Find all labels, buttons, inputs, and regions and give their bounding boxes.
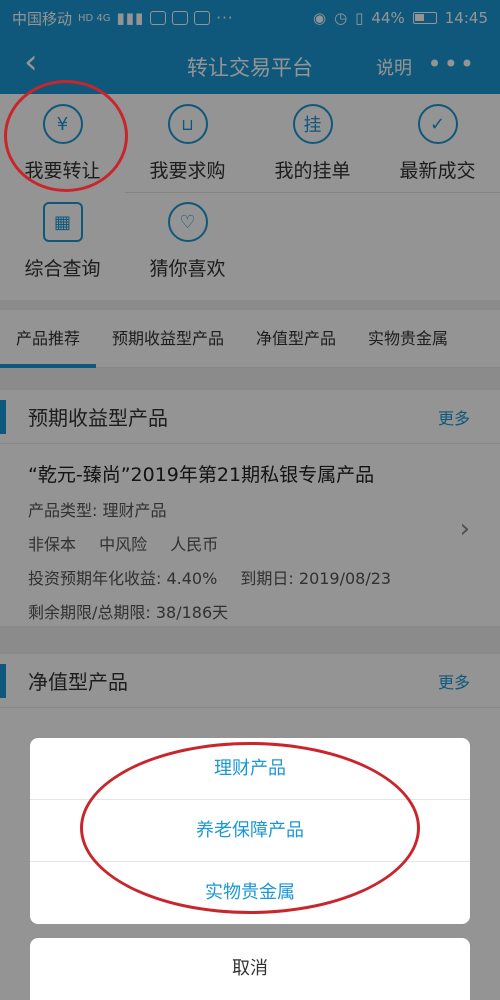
cancel-button[interactable]: 取消 [30, 938, 470, 1000]
annotation-circle-sheet [80, 742, 420, 914]
annotation-circle-transfer [4, 80, 128, 192]
